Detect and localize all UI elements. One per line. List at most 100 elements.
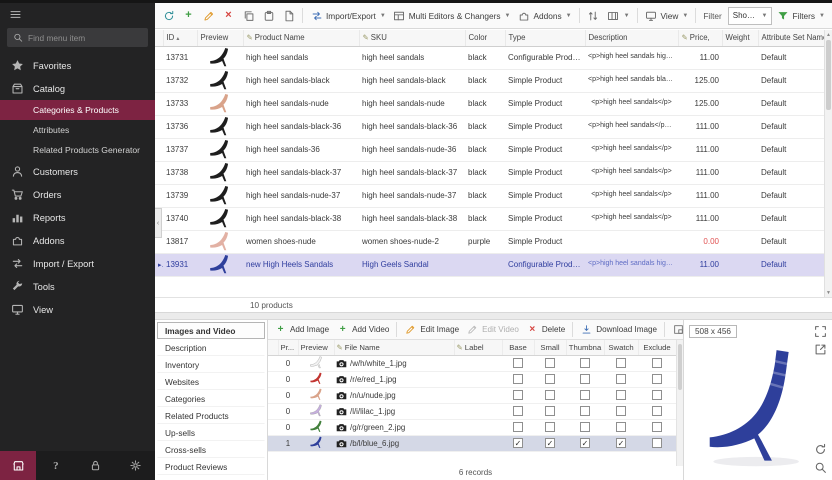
image-column-header-pr[interactable]: Pr... (278, 340, 298, 355)
product-row[interactable]: 13731high heel sandalshigh heel sandalsb… (155, 46, 824, 69)
exclude-checkbox[interactable] (652, 438, 662, 448)
small-checkbox[interactable] (545, 406, 555, 416)
sidebar-search[interactable] (7, 28, 148, 47)
base-checkbox[interactable] (513, 374, 523, 384)
image-row[interactable]: 1/b/l/blue_6.jpg✓✓✓✓ (268, 435, 676, 451)
rotate-icon[interactable] (814, 443, 827, 456)
thumbnail-checkbox[interactable] (580, 406, 590, 416)
sidebar-item-favorites[interactable]: Favorites (0, 54, 155, 77)
fullscreen-icon[interactable] (814, 325, 827, 338)
thumbnail-checkbox[interactable] (580, 390, 590, 400)
sidebar-item-import-export[interactable]: Import / Export (0, 252, 155, 275)
lock-icon[interactable] (76, 459, 116, 472)
scrollbar-thumb[interactable] (826, 40, 831, 110)
paste-button[interactable] (259, 7, 278, 24)
column-header-attribute-set-name[interactable]: Attribute Set Name (758, 30, 824, 46)
exclude-checkbox[interactable] (652, 390, 662, 400)
add-product-button[interactable]: + (179, 7, 198, 24)
column-header-id[interactable]: ID▴ (163, 30, 197, 46)
swatch-checkbox[interactable]: ✓ (616, 438, 626, 448)
small-checkbox[interactable] (545, 422, 555, 432)
image-row[interactable]: 0/w/h/white_1.jpg (268, 355, 676, 371)
column-header-product-name[interactable]: ✎Product Name (243, 30, 359, 46)
multi-editors-menu[interactable]: Multi Editors & Changers▼ (390, 7, 514, 24)
base-checkbox[interactable]: ✓ (513, 438, 523, 448)
tab-images-and-video[interactable]: Images and Video (157, 322, 265, 339)
base-checkbox[interactable] (513, 358, 523, 368)
column-header-price[interactable]: ✎Price, (678, 30, 722, 46)
download-image-button[interactable]: Download Image (577, 321, 660, 338)
swatch-checkbox[interactable] (616, 422, 626, 432)
column-header-type[interactable]: Type (505, 30, 585, 46)
sidebar-item-customers[interactable]: Customers (0, 160, 155, 183)
scroll-up-arrow[interactable]: ▲ (825, 30, 832, 39)
sort-button[interactable] (584, 7, 603, 24)
column-header-description[interactable]: Description (585, 30, 678, 46)
base-checkbox[interactable] (513, 422, 523, 432)
images-scrollbar[interactable] (676, 340, 683, 466)
base-checkbox[interactable] (513, 390, 523, 400)
product-row[interactable]: 13739high heel sandals-nude-37high heel … (155, 184, 824, 207)
image-row[interactable]: 0/l/i/lilac_1.jpg (268, 403, 676, 419)
refresh-button[interactable] (159, 7, 178, 24)
small-checkbox[interactable] (545, 390, 555, 400)
exclude-checkbox[interactable] (652, 406, 662, 416)
import-export-menu[interactable]: Import/Export▼ (307, 7, 389, 24)
tab-description[interactable]: Description (157, 339, 265, 356)
sidebar-item-catalog[interactable]: Catalog (0, 77, 155, 100)
product-row[interactable]: 13738high heel sandals-black-37high heel… (155, 161, 824, 184)
sidebar-item-view[interactable]: View (0, 298, 155, 321)
delete-image-button[interactable]: ×Delete (523, 321, 568, 338)
image-column-header-thumbna[interactable]: Thumbna (566, 340, 604, 355)
preview-image[interactable] (684, 320, 832, 480)
small-checkbox[interactable]: ✓ (545, 438, 555, 448)
image-column-header-small[interactable]: Small (534, 340, 566, 355)
product-row[interactable]: 13732high heel sandals-blackhigh heel sa… (155, 69, 824, 92)
scroll-down-arrow[interactable]: ▼ (825, 288, 832, 297)
tab-websites[interactable]: Websites (157, 373, 265, 390)
exclude-checkbox[interactable] (652, 374, 662, 384)
exclude-checkbox[interactable] (652, 422, 662, 432)
sidebar-search-input[interactable] (28, 33, 142, 43)
vertical-scrollbar[interactable]: ▲ ▼ (824, 30, 832, 297)
tab-inventory[interactable]: Inventory (157, 356, 265, 373)
edit-image-button[interactable]: Edit Image (401, 321, 462, 338)
product-row[interactable]: 13740high heel sandals-black-38high heel… (155, 207, 824, 230)
sidebar-item-orders[interactable]: Orders (0, 183, 155, 206)
tab-related-products[interactable]: Related Products (157, 407, 265, 424)
horizontal-splitter[interactable] (155, 312, 832, 320)
sidebar-item-attributes[interactable]: Attributes (0, 120, 155, 140)
column-header-preview[interactable]: Preview (197, 30, 243, 46)
image-column-header-file-name[interactable]: ✎File Name (334, 340, 454, 355)
column-header-weight[interactable]: Weight (722, 30, 758, 46)
thumbnail-checkbox[interactable] (580, 374, 590, 384)
filter-dropdown[interactable]: Show products from selected categories▼ (728, 7, 773, 25)
thumbnail-checkbox[interactable] (580, 358, 590, 368)
set-resize-rule-button[interactable]: Set Resize Rule▼ (669, 321, 683, 338)
store-button[interactable] (0, 451, 36, 480)
image-row[interactable]: 0/g/r/green_2.jpg (268, 419, 676, 435)
help-icon[interactable]: ? (36, 460, 76, 472)
edit-video-button[interactable]: Edit Video (463, 321, 522, 338)
tab-categories[interactable]: Categories (157, 390, 265, 407)
copy-button[interactable] (239, 7, 258, 24)
swatch-checkbox[interactable] (616, 406, 626, 416)
sidebar-item-categories-products[interactable]: Categories & Products (0, 100, 155, 120)
tab-product-reviews[interactable]: Product Reviews (157, 458, 265, 475)
product-row[interactable]: 13736high heel sandals-black-36high heel… (155, 115, 824, 138)
product-row[interactable]: 13737high heel sandals-36high heel sanda… (155, 138, 824, 161)
product-row[interactable]: ▸13931new High Heels SandalsHigh Geels S… (155, 253, 824, 276)
swatch-checkbox[interactable] (616, 374, 626, 384)
image-column-header-label[interactable]: ✎Label (454, 340, 502, 355)
tab-up-sells[interactable]: Up-sells (157, 424, 265, 441)
sidebar-item-addons[interactable]: Addons (0, 229, 155, 252)
sidebar-item-tools[interactable]: Tools (0, 275, 155, 298)
edit-product-button[interactable] (199, 7, 218, 24)
tab-cross-sells[interactable]: Cross-sells (157, 441, 265, 458)
hamburger-menu-icon[interactable] (9, 8, 22, 21)
image-column-header-base[interactable]: Base (502, 340, 534, 355)
scrollbar-thumb[interactable] (678, 344, 682, 390)
zoom-icon[interactable] (814, 461, 827, 474)
swatch-checkbox[interactable] (616, 358, 626, 368)
thumbnail-checkbox[interactable] (580, 422, 590, 432)
